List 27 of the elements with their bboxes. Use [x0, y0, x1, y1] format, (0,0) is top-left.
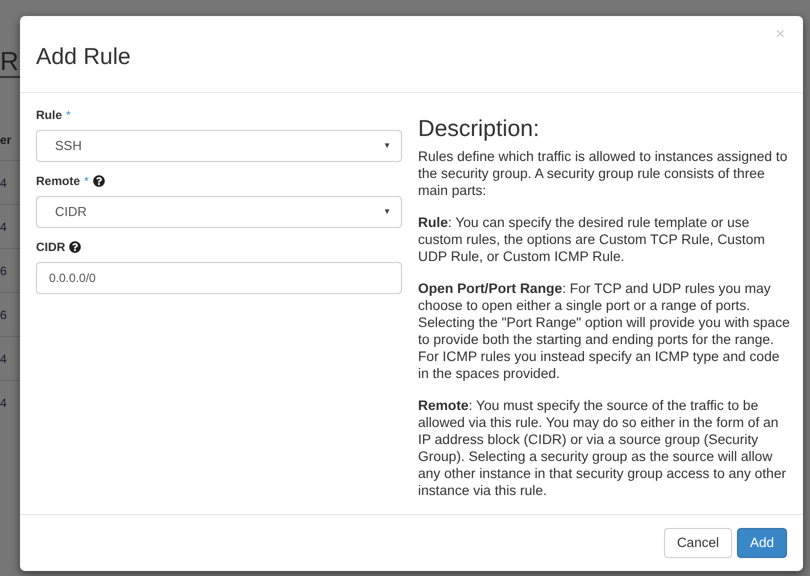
column-header: er: [0, 132, 12, 149]
required-mark: *: [84, 174, 89, 188]
select-field[interactable]: CIDR ▼: [36, 196, 402, 228]
field-label: Remote: [36, 174, 80, 188]
description-paragraph: Rule: You can specify the desired rule template or use custom rules, the options are Custom TCP Rule, Custom UDP Rule, or Custom ICMP Rule.: [418, 214, 766, 265]
description-paragraph: Rules define which traffic is allowed to instances assigned to the security group. A security group rule consists of three main parts:: [418, 148, 788, 199]
dialog-title: Add Rule: [36, 43, 131, 70]
add-button[interactable]: Add: [736, 528, 787, 558]
description-heading: Description:: [418, 114, 540, 142]
cancel-button[interactable]: Cancel: [664, 528, 732, 558]
input-field[interactable]: 0.0.0.0/0: [36, 262, 402, 294]
table-cell: 6: [0, 308, 7, 322]
select-field[interactable]: SSH ▼: [36, 130, 402, 162]
required-mark: *: [66, 108, 71, 122]
help-icon[interactable]: [69, 241, 82, 254]
description-paragraph: Remote: You must specify the source of the traffic to be allowed via this rule. You may do so either in the form of an IP address block (CIDR) or via a source group (Security Group). Selecting a security group as the source will allow any other instance in that security group access to any other instance via this rule.: [418, 396, 788, 499]
field-label: CIDR: [36, 240, 66, 254]
table-cell: 4: [0, 396, 7, 410]
caret-icon: ▼: [383, 207, 391, 216]
help-icon[interactable]: [92, 175, 105, 188]
table-cell: 4: [0, 220, 7, 234]
table-cell: 6: [0, 264, 7, 278]
field-label: Rule: [36, 108, 62, 122]
caret-icon: ▼: [383, 141, 391, 150]
table-cell: 4: [0, 352, 7, 366]
description-paragraph: Open Port/Port Range: For TCP and UDP rules you may choose to open either a single port or a range of ports. Selecting the "Port Range" option will provide you with space to provide both the starting and ending ports for the range. For ICMP rules you instead specify an ICMP type and code in the spaces provided.: [418, 280, 790, 382]
table-cell: 4: [0, 176, 7, 190]
